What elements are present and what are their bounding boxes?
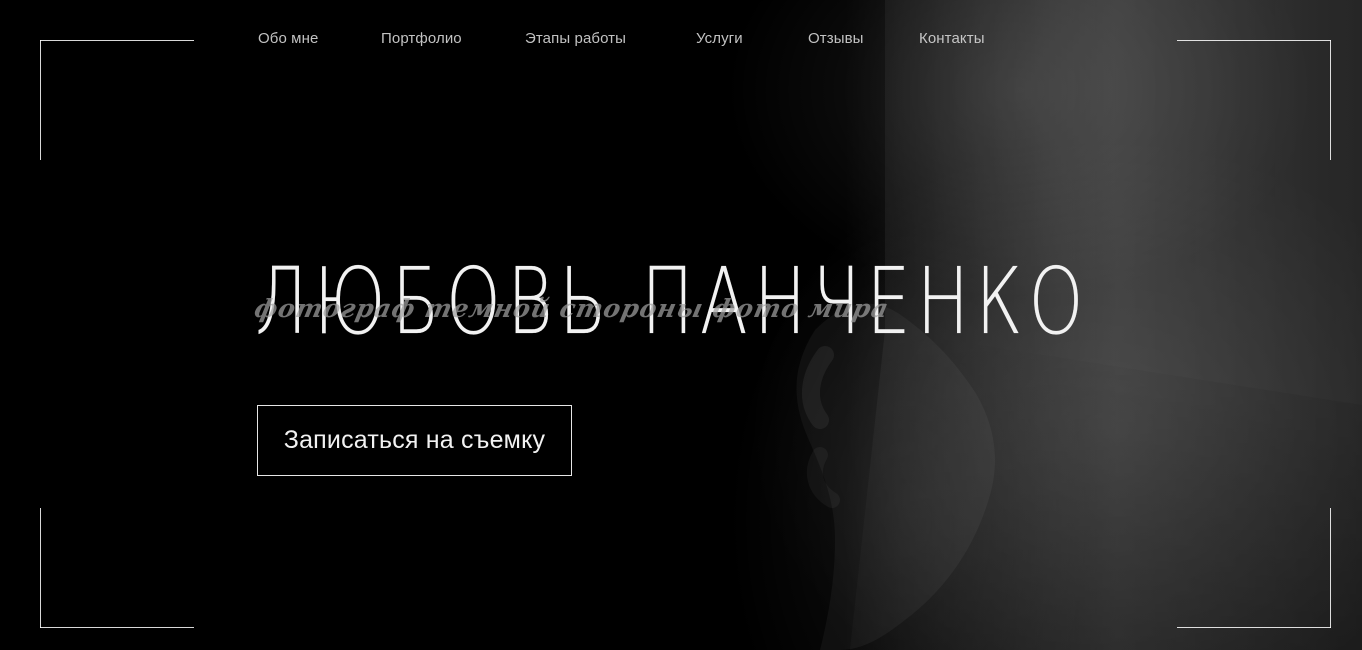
frame-corner-top-right <box>1177 40 1331 160</box>
nav-item-about[interactable]: Обо мне <box>258 30 318 47</box>
frame-line <box>1330 508 1331 628</box>
frame-line <box>40 627 194 628</box>
nav-item-contacts[interactable]: Контакты <box>919 30 985 47</box>
frame-line <box>40 40 194 41</box>
frame-line <box>40 508 41 628</box>
nav-item-services[interactable]: Услуги <box>696 30 743 47</box>
frame-corner-top-left <box>40 40 194 160</box>
nav-item-portfolio[interactable]: Портфолио <box>381 30 462 47</box>
frame-corner-bottom-left <box>40 508 194 628</box>
frame-line <box>1330 40 1331 160</box>
frame-line <box>1177 627 1331 628</box>
frame-line <box>1177 40 1331 41</box>
hero-subtitle: фотограф темной стороны фото мира <box>251 294 892 323</box>
frame-line <box>40 40 41 160</box>
nav-item-work-stages[interactable]: Этапы работы <box>525 30 626 47</box>
nav-item-reviews[interactable]: Отзывы <box>808 30 864 47</box>
book-session-button[interactable]: Записаться на съемку <box>257 405 572 476</box>
hero-section: Обо мне Портфолио Этапы работы Услуги От… <box>0 0 1362 650</box>
frame-corner-bottom-right <box>1177 508 1331 628</box>
